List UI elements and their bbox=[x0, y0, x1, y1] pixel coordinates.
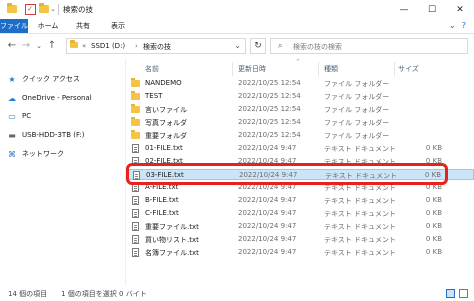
folder-icon bbox=[6, 3, 18, 15]
drive-icon: ▬ bbox=[8, 130, 16, 140]
sidebar-item-label: OneDrive - Personal bbox=[22, 94, 92, 102]
sidebar-item-label: PC bbox=[22, 112, 32, 120]
folder-icon bbox=[131, 78, 140, 87]
search-icon: ⌕ bbox=[278, 41, 283, 50]
network-icon: ⌘ bbox=[8, 149, 16, 159]
list-item[interactable]: 買い物リスト.txt 2022/10/24 9:47 テキスト ドキュメント 0 KB bbox=[126, 234, 474, 245]
window-title: 検索の技 bbox=[63, 5, 93, 14]
sidebar-item-onedrive[interactable]: ☁ OneDrive - Personal bbox=[6, 91, 92, 105]
back-arrow-icon[interactable]: ← bbox=[6, 40, 18, 52]
folder-icon bbox=[131, 130, 140, 139]
search-input[interactable]: ⌕ 検索の技の検索 bbox=[270, 38, 468, 54]
breadcrumb-folder[interactable]: 検索の技 bbox=[143, 42, 171, 52]
list-item[interactable]: 名簿ファイル.txt 2022/10/24 9:47 テキスト ドキュメント 0 KB bbox=[126, 247, 474, 258]
column-divider[interactable] bbox=[394, 62, 395, 76]
forward-arrow-icon[interactable]: → bbox=[20, 40, 32, 52]
status-text: 14 個の項目 1 個の項目を選択 0 バイト bbox=[8, 290, 147, 298]
navigation-pane: ★ クイック アクセス ☁ OneDrive - Personal ▭ PC ▬… bbox=[0, 58, 125, 286]
column-date[interactable]: 更新日時 bbox=[238, 64, 266, 74]
column-size[interactable]: サイズ bbox=[398, 64, 419, 74]
tab-file[interactable]: ファイル bbox=[0, 19, 28, 33]
sidebar-item-label: クイック アクセス bbox=[22, 75, 80, 83]
text-file-icon bbox=[132, 209, 139, 218]
sidebar-item-pc[interactable]: ▭ PC bbox=[6, 109, 31, 123]
new-folder-icon[interactable] bbox=[38, 3, 50, 15]
quick-access-dropdown-icon[interactable]: ⌄ bbox=[50, 3, 56, 15]
list-item[interactable]: 写真フォルダ 2022/10/25 12:54 ファイル フォルダー bbox=[126, 117, 474, 128]
text-file-icon bbox=[132, 196, 139, 205]
folder-icon bbox=[131, 91, 140, 100]
ribbon-expand-icon[interactable]: ⌄ bbox=[449, 21, 456, 30]
close-button[interactable]: ✕ bbox=[446, 0, 474, 19]
sidebar-item-quick-access[interactable]: ★ クイック アクセス bbox=[6, 72, 80, 86]
address-dropdown-icon[interactable]: ⌄ bbox=[234, 41, 241, 50]
highlight-annotation bbox=[126, 163, 448, 185]
checkmark-icon[interactable]: ✓ bbox=[24, 3, 36, 15]
list-item[interactable]: 01-FILE.txt 2022/10/24 9:47 テキスト ドキュメント 0 K… bbox=[126, 143, 474, 154]
sidebar-item-usb-drive[interactable]: ▬ USB-HDD-3TB (F:) bbox=[6, 128, 85, 142]
column-name[interactable]: 名前 bbox=[145, 64, 159, 74]
sidebar-item-label: USB-HDD-3TB (F:) bbox=[22, 131, 85, 139]
navigation-bar: ← → ⌄ ↑ « SSD1 (D:) › 検索の技 ⌄ ↻ ⌕ 検索の技の検索 bbox=[0, 34, 474, 58]
list-item[interactable]: 言いファイル 2022/10/25 12:54 ファイル フォルダー bbox=[126, 104, 474, 115]
sidebar-item-network[interactable]: ⌘ ネットワーク bbox=[6, 147, 64, 161]
recent-dropdown-icon[interactable]: ⌄ bbox=[33, 40, 45, 52]
text-file-icon bbox=[132, 248, 139, 257]
breadcrumb-overflow-icon[interactable]: « bbox=[82, 42, 86, 50]
folder-icon bbox=[131, 104, 140, 113]
list-item[interactable]: NANDEMO 2022/10/25 12:54 ファイル フォルダー bbox=[126, 78, 474, 89]
breadcrumb-chevron-icon: › bbox=[135, 42, 138, 50]
list-item[interactable]: 重要ファイル.txt 2022/10/24 9:47 テキスト ドキュメント 0 KB bbox=[126, 221, 474, 232]
folder-icon bbox=[131, 117, 140, 126]
list-item[interactable]: TEST 2022/10/25 12:54 ファイル フォルダー bbox=[126, 91, 474, 102]
column-type[interactable]: 種類 bbox=[324, 64, 338, 74]
breadcrumb-drive[interactable]: SSD1 (D:) bbox=[91, 42, 125, 50]
help-icon[interactable]: ? bbox=[462, 21, 466, 30]
list-item[interactable]: B-FILE.txt 2022/10/24 9:47 テキスト ドキュメント 0 KB bbox=[126, 195, 474, 206]
tab-view[interactable]: 表示 bbox=[106, 19, 130, 33]
address-bar[interactable]: « SSD1 (D:) › 検索の技 ⌄ bbox=[66, 38, 246, 54]
list-item[interactable]: C-FILE.txt 2022/10/24 9:47 テキスト ドキュメント 0 KB bbox=[126, 208, 474, 219]
text-file-icon bbox=[132, 235, 139, 244]
sidebar-item-label: ネットワーク bbox=[22, 150, 64, 158]
folder-icon bbox=[70, 40, 78, 50]
maximize-button[interactable]: ☐ bbox=[418, 0, 446, 19]
title-bar: ✓ ⌄ 検索の技 — ☐ ✕ bbox=[0, 0, 474, 19]
text-file-icon bbox=[132, 144, 139, 153]
tab-share[interactable]: 共有 bbox=[72, 19, 94, 33]
tab-home[interactable]: ホーム bbox=[36, 19, 60, 33]
cloud-icon: ☁ bbox=[8, 93, 16, 103]
refresh-button[interactable]: ↻ bbox=[250, 38, 266, 54]
text-file-icon bbox=[132, 222, 139, 231]
star-icon: ★ bbox=[8, 74, 16, 84]
pc-icon: ▭ bbox=[8, 111, 16, 121]
title-separator bbox=[58, 4, 59, 15]
up-arrow-icon[interactable]: ↑ bbox=[46, 40, 58, 52]
minimize-button[interactable]: — bbox=[390, 0, 418, 19]
column-divider[interactable] bbox=[318, 62, 319, 76]
large-icons-view-icon[interactable] bbox=[459, 289, 468, 298]
sort-indicator-icon: ^ bbox=[296, 59, 301, 65]
column-header: ^ 名前 更新日時 種類 サイズ bbox=[126, 59, 474, 76]
search-placeholder: 検索の技の検索 bbox=[293, 43, 342, 51]
status-bar: 14 個の項目 1 個の項目を選択 0 バイト bbox=[0, 286, 474, 301]
list-item[interactable]: 重要フォルダ 2022/10/25 12:54 ファイル フォルダー bbox=[126, 130, 474, 141]
ribbon-tabs: ファイル ホーム 共有 表示 ⌄ ? bbox=[0, 19, 474, 34]
column-divider[interactable] bbox=[232, 62, 233, 76]
details-view-icon[interactable] bbox=[446, 289, 455, 298]
